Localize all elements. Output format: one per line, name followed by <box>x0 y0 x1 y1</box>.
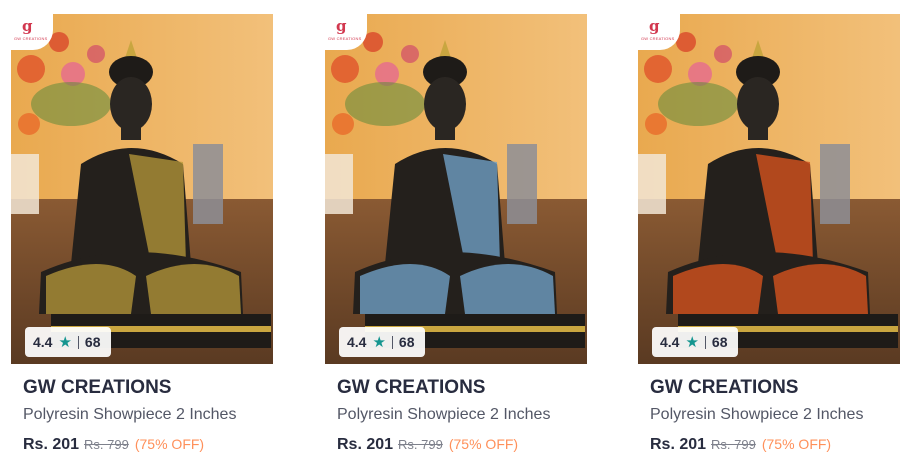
product-brand[interactable]: GW CREATIONS <box>337 377 485 399</box>
discount-label: (75% OFF) <box>134 436 205 452</box>
star-icon: ★ <box>58 333 72 351</box>
product-mrp: Rs. 799 <box>84 437 129 452</box>
rating-divider <box>77 335 79 349</box>
star-icon: ★ <box>685 333 699 351</box>
price-row: Rs. 201 Rs. 799 (75% OFF) <box>337 436 518 454</box>
price-row: Rs. 201 Rs. 799 (75% OFF) <box>23 436 204 454</box>
product-mrp: Rs. 799 <box>711 437 756 452</box>
product-price: Rs. 201 <box>23 436 80 453</box>
product-card[interactable]: g GW CREATIONS 4.4 ★ 68 GW CREATIONS Pol… <box>638 0 902 462</box>
rating-divider <box>704 335 706 349</box>
product-grid: g GW CREATIONS 4.4 ★ 68 GW CREATIONS Pol… <box>0 0 910 462</box>
product-card[interactable]: g GW CREATIONS 4.4 ★ 68 GW CREATIONS Pol… <box>11 0 275 462</box>
rating-count: 68 <box>84 334 101 350</box>
product-name[interactable]: Polyresin Showpiece 2 Inches <box>337 406 550 424</box>
logo-letter: g <box>649 17 660 35</box>
logo-text: GW CREATIONS <box>328 36 362 41</box>
buddha-statue-image <box>325 14 587 364</box>
rating-value: 4.4 <box>33 334 53 350</box>
product-image[interactable]: g GW CREATIONS 4.4 ★ 68 <box>325 14 587 364</box>
rating-count: 68 <box>711 334 728 350</box>
rating-count: 68 <box>398 334 415 350</box>
buddha-statue-image <box>638 14 900 364</box>
discount-label: (75% OFF) <box>448 436 519 452</box>
logo-text: GW CREATIONS <box>14 36 48 41</box>
rating-divider <box>391 335 393 349</box>
logo-text: GW CREATIONS <box>641 36 675 41</box>
product-price: Rs. 201 <box>650 436 707 453</box>
rating-value: 4.4 <box>347 334 367 350</box>
product-image[interactable]: g GW CREATIONS 4.4 ★ 68 <box>11 14 273 364</box>
product-image[interactable]: g GW CREATIONS 4.4 ★ 68 <box>638 14 900 364</box>
rating-value: 4.4 <box>660 334 680 350</box>
rating-badge: 4.4 ★ 68 <box>25 327 111 357</box>
product-price: Rs. 201 <box>337 436 394 453</box>
logo-letter: g <box>22 17 33 35</box>
product-card[interactable]: g GW CREATIONS 4.4 ★ 68 GW CREATIONS Pol… <box>325 0 589 462</box>
star-icon: ★ <box>372 333 386 351</box>
logo-letter: g <box>336 17 347 35</box>
price-row: Rs. 201 Rs. 799 (75% OFF) <box>650 436 831 454</box>
product-brand[interactable]: GW CREATIONS <box>23 377 171 399</box>
discount-label: (75% OFF) <box>761 436 832 452</box>
rating-badge: 4.4 ★ 68 <box>339 327 425 357</box>
product-mrp: Rs. 799 <box>398 437 443 452</box>
product-name[interactable]: Polyresin Showpiece 2 Inches <box>650 406 863 424</box>
rating-badge: 4.4 ★ 68 <box>652 327 738 357</box>
product-name[interactable]: Polyresin Showpiece 2 Inches <box>23 406 236 424</box>
product-brand[interactable]: GW CREATIONS <box>650 377 798 399</box>
buddha-statue-image <box>11 14 273 364</box>
